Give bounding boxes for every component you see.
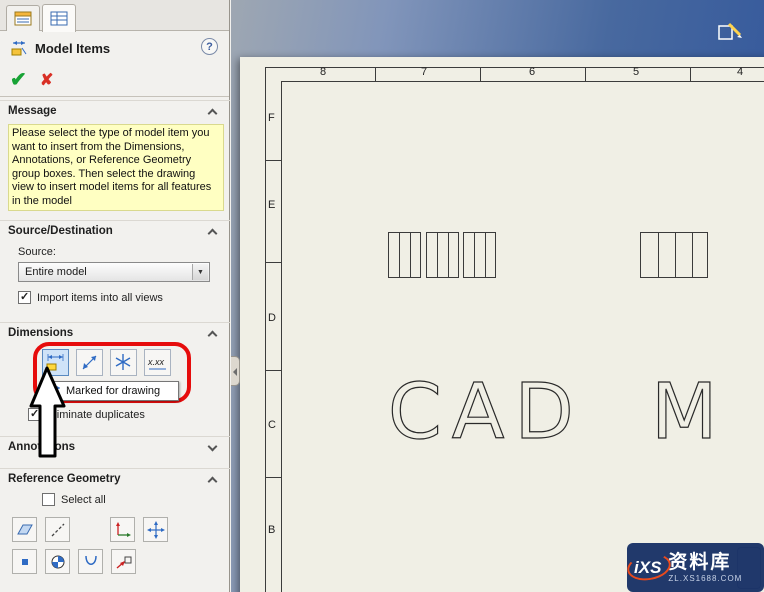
cancel-button[interactable]: ✘ [40,70,53,90]
zone-column-label: 5 [633,66,640,78]
curves-button[interactable] [78,549,103,574]
character-outline [426,232,459,278]
planes-button[interactable] [12,517,37,542]
cad-outline-text: CAD M [387,372,718,452]
model-items-tab-icon [50,11,68,26]
zone-tick [265,160,281,161]
character-outline [388,232,421,278]
sheet-inner-border [281,81,764,592]
watermark-title: 资料库 [668,552,732,573]
coordinate-system-icon [115,521,131,537]
panel-splitter-handle[interactable] [231,356,240,386]
panel-header: Model Items [0,34,229,62]
dimensions-section-header[interactable]: Dimensions [0,322,230,344]
chevron-up-icon [207,228,218,239]
source-dropdown[interactable]: Entire model [18,262,210,282]
zone-tick [480,67,481,81]
chevron-down-icon [192,264,208,280]
tab-property-manager[interactable] [6,5,40,31]
import-all-views-label: Import items into all views [37,291,163,304]
character-outline [640,232,708,278]
source-destination-label: Source/Destination [8,225,113,237]
coordinate-systems-button[interactable] [110,517,135,542]
import-all-views-row: Import items into all views [18,290,163,304]
panel-tab-bar [0,0,229,32]
routing-point-icon [116,556,131,569]
select-all-checkbox[interactable] [42,493,55,506]
center-of-mass-button[interactable] [45,549,70,574]
ok-cancel-bar: ✔ ✘ [0,64,229,97]
origin-icon [146,520,165,539]
plane-icon [16,524,33,534]
points-button[interactable] [12,549,37,574]
up-arrow-annotation [29,366,66,458]
property-manager-tab-icon [14,11,32,26]
zone-tick [265,262,281,263]
chevron-up-icon [207,330,218,341]
chevron-up-icon [207,108,218,119]
zone-column-label: 8 [320,66,327,78]
source-label: Source: [18,246,56,258]
ok-button[interactable]: ✔ [10,67,27,92]
watermark-logo: iXS [625,549,673,584]
origins-button[interactable] [143,517,168,542]
zone-tick [265,477,281,478]
point-icon [21,558,28,565]
zone-row-label: B [268,524,276,536]
drawing-viewport: 8 7 6 5 4 F E D C B CAD M [231,0,764,592]
routing-points-button[interactable] [111,549,136,574]
tab-model-items[interactable] [42,4,76,32]
reference-geometry-section-header[interactable]: Reference Geometry [0,468,230,490]
drawing-tool-icon [718,22,742,40]
tooltip-text: Marked for drawing [66,385,161,397]
zone-row-label: C [268,419,276,431]
m-text: M [651,372,717,452]
source-destination-section-header[interactable]: Source/Destination [0,220,230,242]
chevron-up-icon [207,476,218,487]
import-all-views-checkbox[interactable] [18,290,31,304]
model-items-icon [11,41,27,56]
source-dropdown-value: Entire model [25,266,87,278]
solidworks-window: Model Items ? ✔ ✘ Message Please select … [0,0,764,592]
zone-tick [585,67,586,81]
zone-column-label: 4 [737,66,744,78]
watermark-text: 资料库 ZL.XS1688.COM [668,552,742,583]
message-text: Please select the type of model item you… [8,124,224,211]
zone-tick [265,370,281,371]
zone-row-label: F [268,112,275,124]
axis-icon [51,523,64,536]
zone-tick [690,67,691,81]
curve-icon [84,555,97,565]
axes-button[interactable] [45,517,70,542]
chevron-down-icon [207,441,218,452]
select-all-row: Select all [42,493,106,506]
help-icon[interactable]: ? [201,38,218,55]
watermark: iXS 资料库 ZL.XS1688.COM [625,543,764,592]
message-section-header[interactable]: Message [0,100,230,122]
property-manager-panel: Model Items ? ✔ ✘ Message Please select … [0,0,230,592]
zone-tick [375,67,376,81]
watermark-ring-icon [625,549,673,584]
dimensions-label: Dimensions [8,327,74,339]
message-section-label: Message [8,105,57,117]
reference-geometry-label: Reference Geometry [8,473,121,485]
watermark-url: ZL.XS1688.COM [668,574,743,583]
center-of-mass-icon [51,555,64,568]
zone-row-label: E [268,199,276,211]
character-outline [463,232,496,278]
zone-column-label: 6 [529,66,536,78]
drawing-sheet[interactable]: 8 7 6 5 4 F E D C B CAD M [240,57,764,592]
cad-text: CAD [388,372,584,452]
page-title: Model Items [35,40,111,56]
zone-row-label: D [268,312,276,324]
zone-column-label: 7 [421,66,428,78]
select-all-label: Select all [61,493,106,506]
